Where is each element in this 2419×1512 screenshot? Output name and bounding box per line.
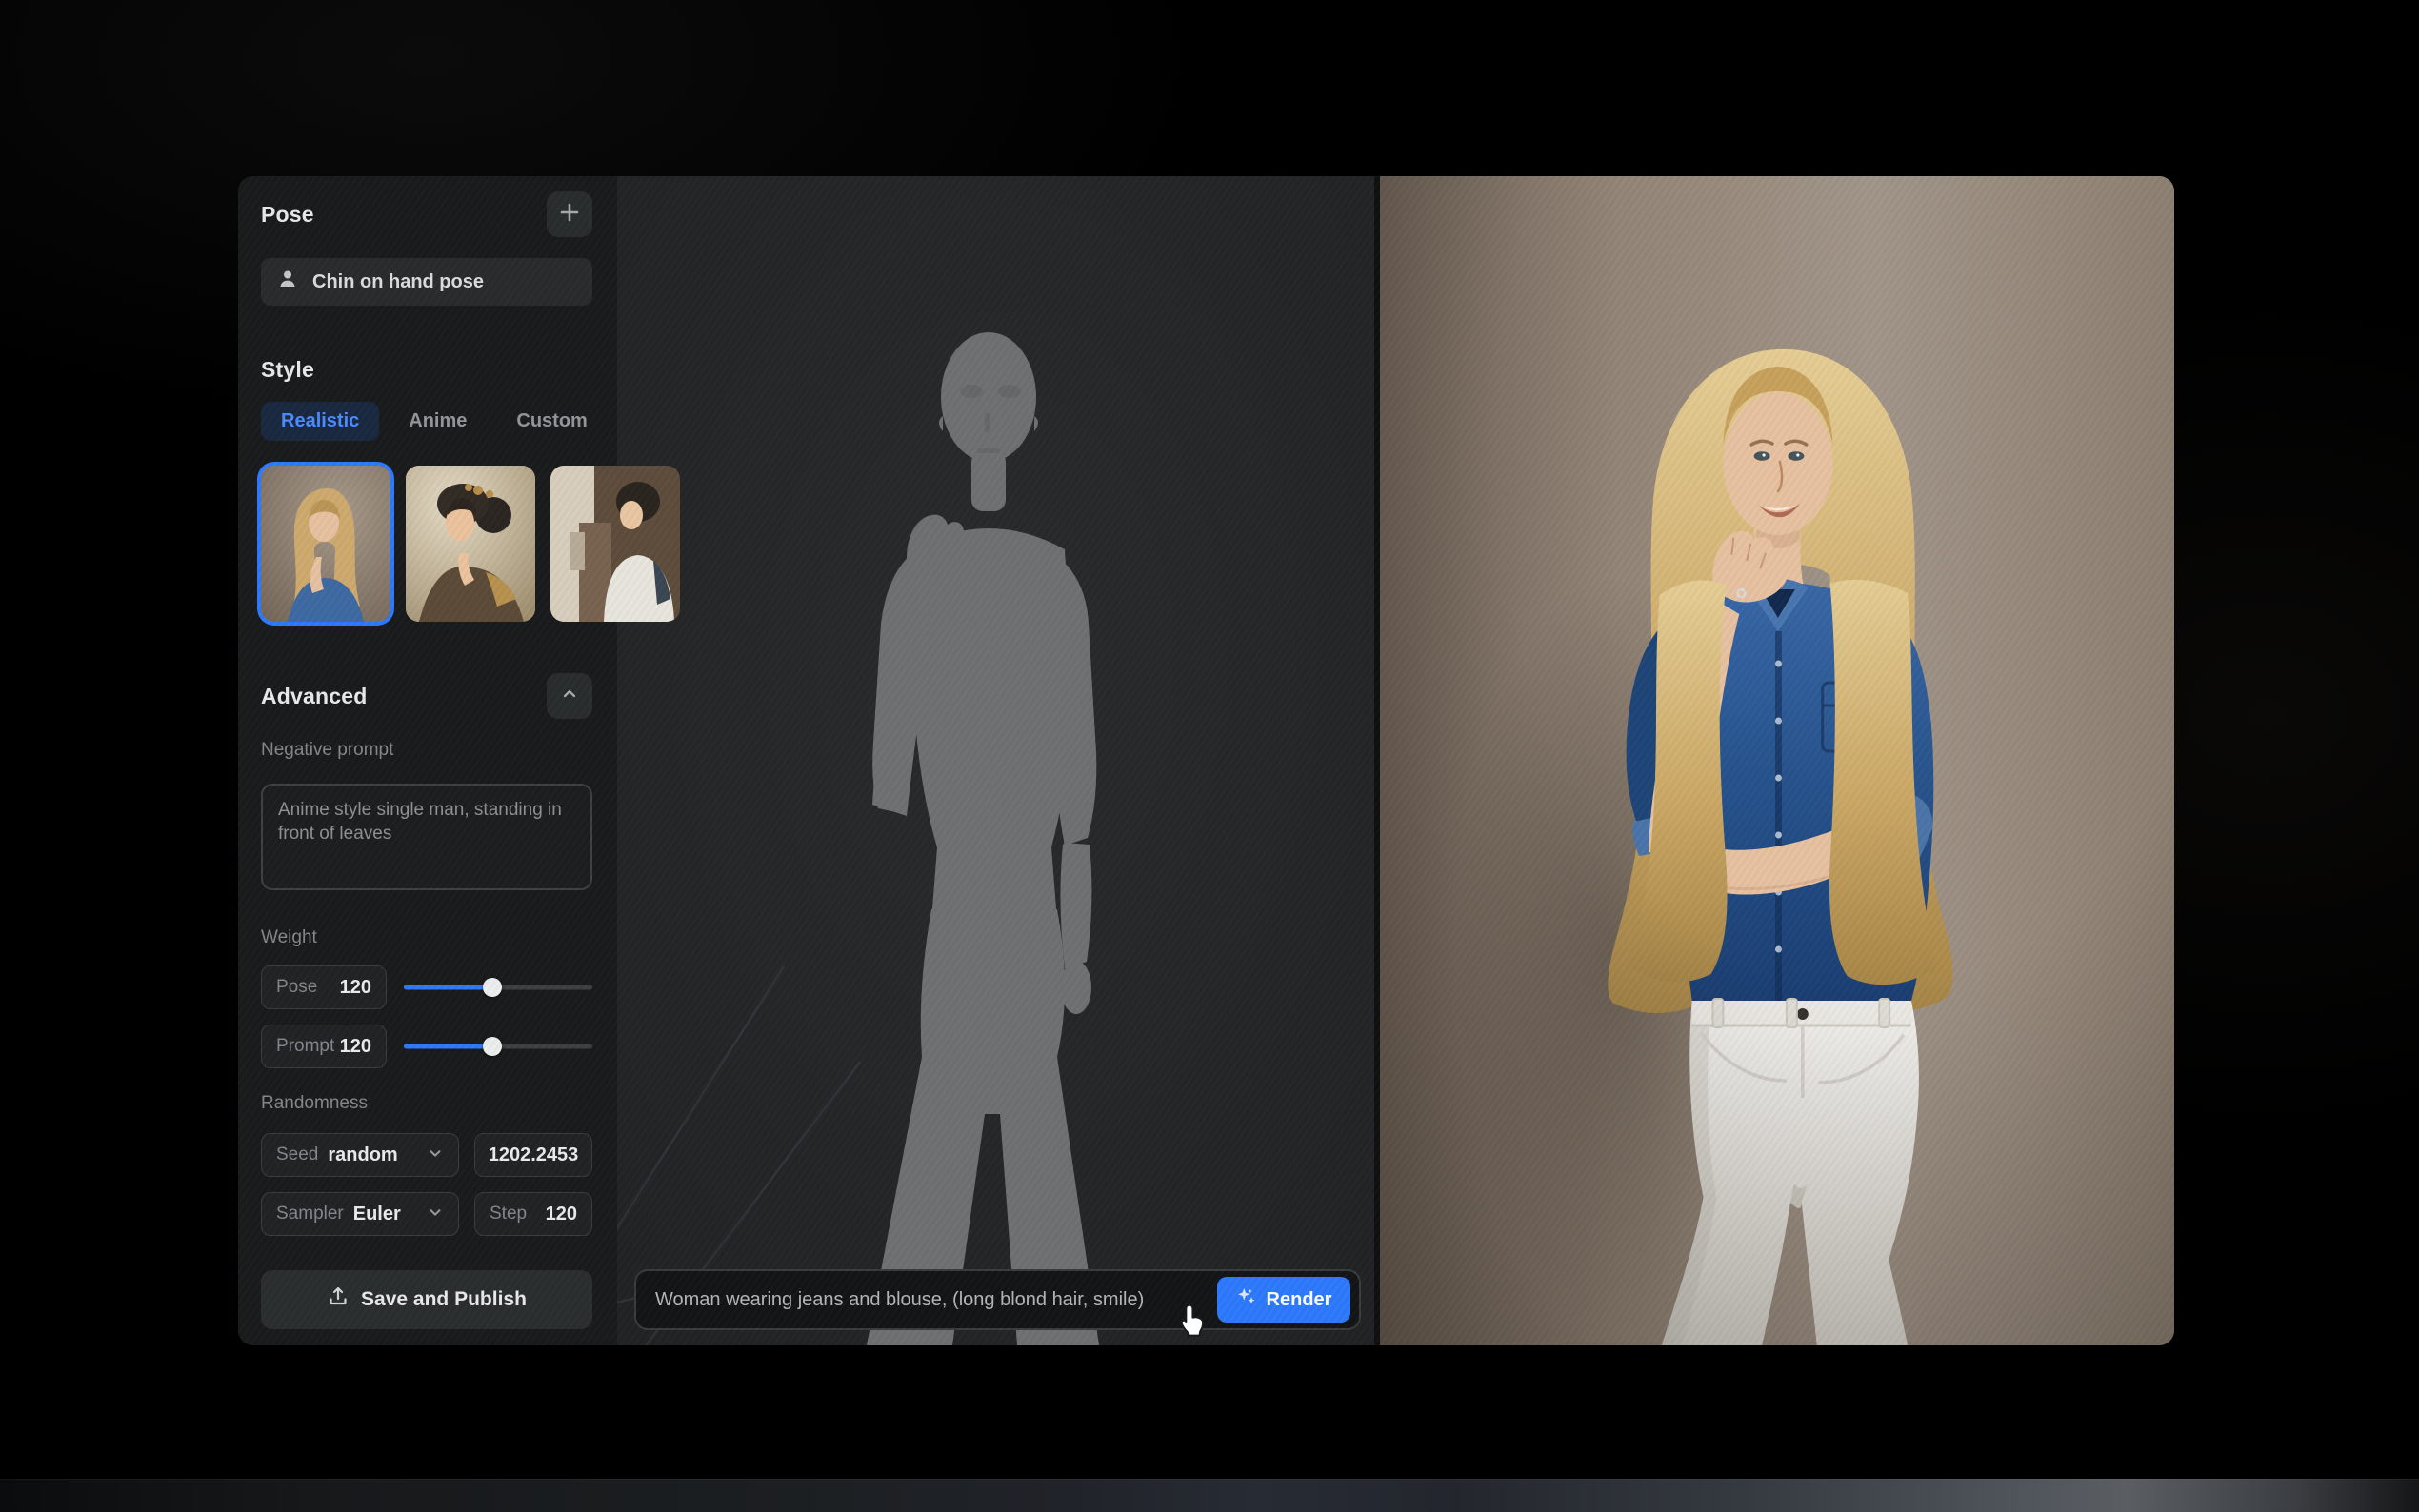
style-thumbnails xyxy=(261,466,592,622)
pose-weight-row: Pose 120 xyxy=(261,965,592,1009)
prompt-weight-slider-fill xyxy=(404,1044,492,1049)
prompt-weight-row: Prompt 120 xyxy=(261,1025,592,1068)
upload-icon xyxy=(327,1285,350,1314)
style-thumbnail-custom-indoor[interactable] xyxy=(550,466,680,622)
sampler-value: Euler xyxy=(353,1204,401,1225)
style-thumbnail-anime-updo[interactable] xyxy=(406,466,535,622)
seed-number-field[interactable]: 1202.2453 xyxy=(474,1133,592,1177)
seed-number-value: 1202.2453 xyxy=(489,1144,579,1166)
prompt-weight-field[interactable]: Prompt 120 xyxy=(261,1025,387,1068)
seed-select[interactable]: Seed random xyxy=(261,1133,459,1177)
prompt-weight-slider-thumb[interactable] xyxy=(483,1037,502,1056)
add-pose-button[interactable] xyxy=(547,191,592,237)
render-button-label: Render xyxy=(1267,1289,1332,1311)
pose-title: Pose xyxy=(261,202,314,228)
seed-value: random xyxy=(328,1144,397,1166)
pose-weight-slider[interactable] xyxy=(404,978,592,997)
pose-mannequin xyxy=(617,176,1374,1345)
step-field[interactable]: Step 120 xyxy=(474,1192,592,1236)
rendered-image-panel xyxy=(1374,176,2174,1345)
sampler-row: Sampler Euler Step 120 xyxy=(261,1192,592,1236)
chevron-up-icon xyxy=(560,685,579,708)
chevron-down-icon xyxy=(427,1204,444,1225)
prompt-weight-field-label: Prompt xyxy=(276,1036,334,1057)
seed-row: Seed random 1202.2453 xyxy=(261,1133,592,1177)
style-thumbnail-realistic-blonde[interactable] xyxy=(261,466,390,622)
step-value: 120 xyxy=(546,1204,577,1225)
pose-weight-field[interactable]: Pose 120 xyxy=(261,965,387,1009)
advanced-section-header: Advanced xyxy=(261,673,592,719)
advanced-collapse-button[interactable] xyxy=(547,673,592,719)
sidebar: Pose Chin on hand pose Style Realistic A… xyxy=(238,176,617,1345)
pose-weight-slider-thumb[interactable] xyxy=(483,978,502,997)
sampler-select[interactable]: Sampler Euler xyxy=(261,1192,459,1236)
prompt-weight-value: 120 xyxy=(340,1036,371,1058)
weight-label: Weight xyxy=(261,927,592,948)
rendered-portrait-photo xyxy=(1380,176,2174,1345)
plus-icon xyxy=(559,202,580,228)
pose-item-label: Chin on hand pose xyxy=(312,271,484,293)
prompt-input[interactable] xyxy=(655,1289,1217,1311)
pose-item-chin-on-hand[interactable]: Chin on hand pose xyxy=(261,258,592,306)
pose-weight-value: 120 xyxy=(340,977,371,999)
pose-section-header: Pose xyxy=(261,191,592,237)
screen-bottom-reflection xyxy=(0,1479,2419,1512)
tab-custom[interactable]: Custom xyxy=(496,402,607,441)
pose-weight-slider-fill xyxy=(404,985,492,990)
save-and-publish-button[interactable]: Save and Publish xyxy=(261,1270,592,1329)
pose-viewport: Render xyxy=(617,176,1374,1345)
negative-prompt-label: Negative prompt xyxy=(261,740,592,761)
render-button[interactable]: Render xyxy=(1217,1277,1350,1323)
pose-3d-canvas[interactable] xyxy=(617,176,1374,1345)
app-window: Pose Chin on hand pose Style Realistic A… xyxy=(238,176,2174,1345)
person-icon xyxy=(276,268,299,296)
step-label: Step xyxy=(490,1204,527,1224)
tab-anime[interactable]: Anime xyxy=(389,402,487,441)
style-tabs: Realistic Anime Custom xyxy=(261,402,592,441)
negative-prompt-input[interactable]: Anime style single man, standing in fron… xyxy=(261,784,592,890)
prompt-bar: Render xyxy=(634,1269,1361,1330)
pose-weight-field-label: Pose xyxy=(276,977,317,998)
advanced-title: Advanced xyxy=(261,684,368,709)
sparkles-icon xyxy=(1236,1286,1257,1313)
randomness-label: Randomness xyxy=(261,1093,592,1114)
tab-realistic[interactable]: Realistic xyxy=(261,402,379,441)
sampler-label: Sampler xyxy=(276,1204,344,1224)
style-title: Style xyxy=(261,357,592,383)
prompt-weight-slider[interactable] xyxy=(404,1037,592,1056)
save-and-publish-label: Save and Publish xyxy=(361,1288,527,1311)
seed-label: Seed xyxy=(276,1144,318,1165)
screen: { "colors": { "accent_blue": "#2E7BFF", … xyxy=(0,0,2419,1512)
chevron-down-icon xyxy=(427,1144,444,1166)
